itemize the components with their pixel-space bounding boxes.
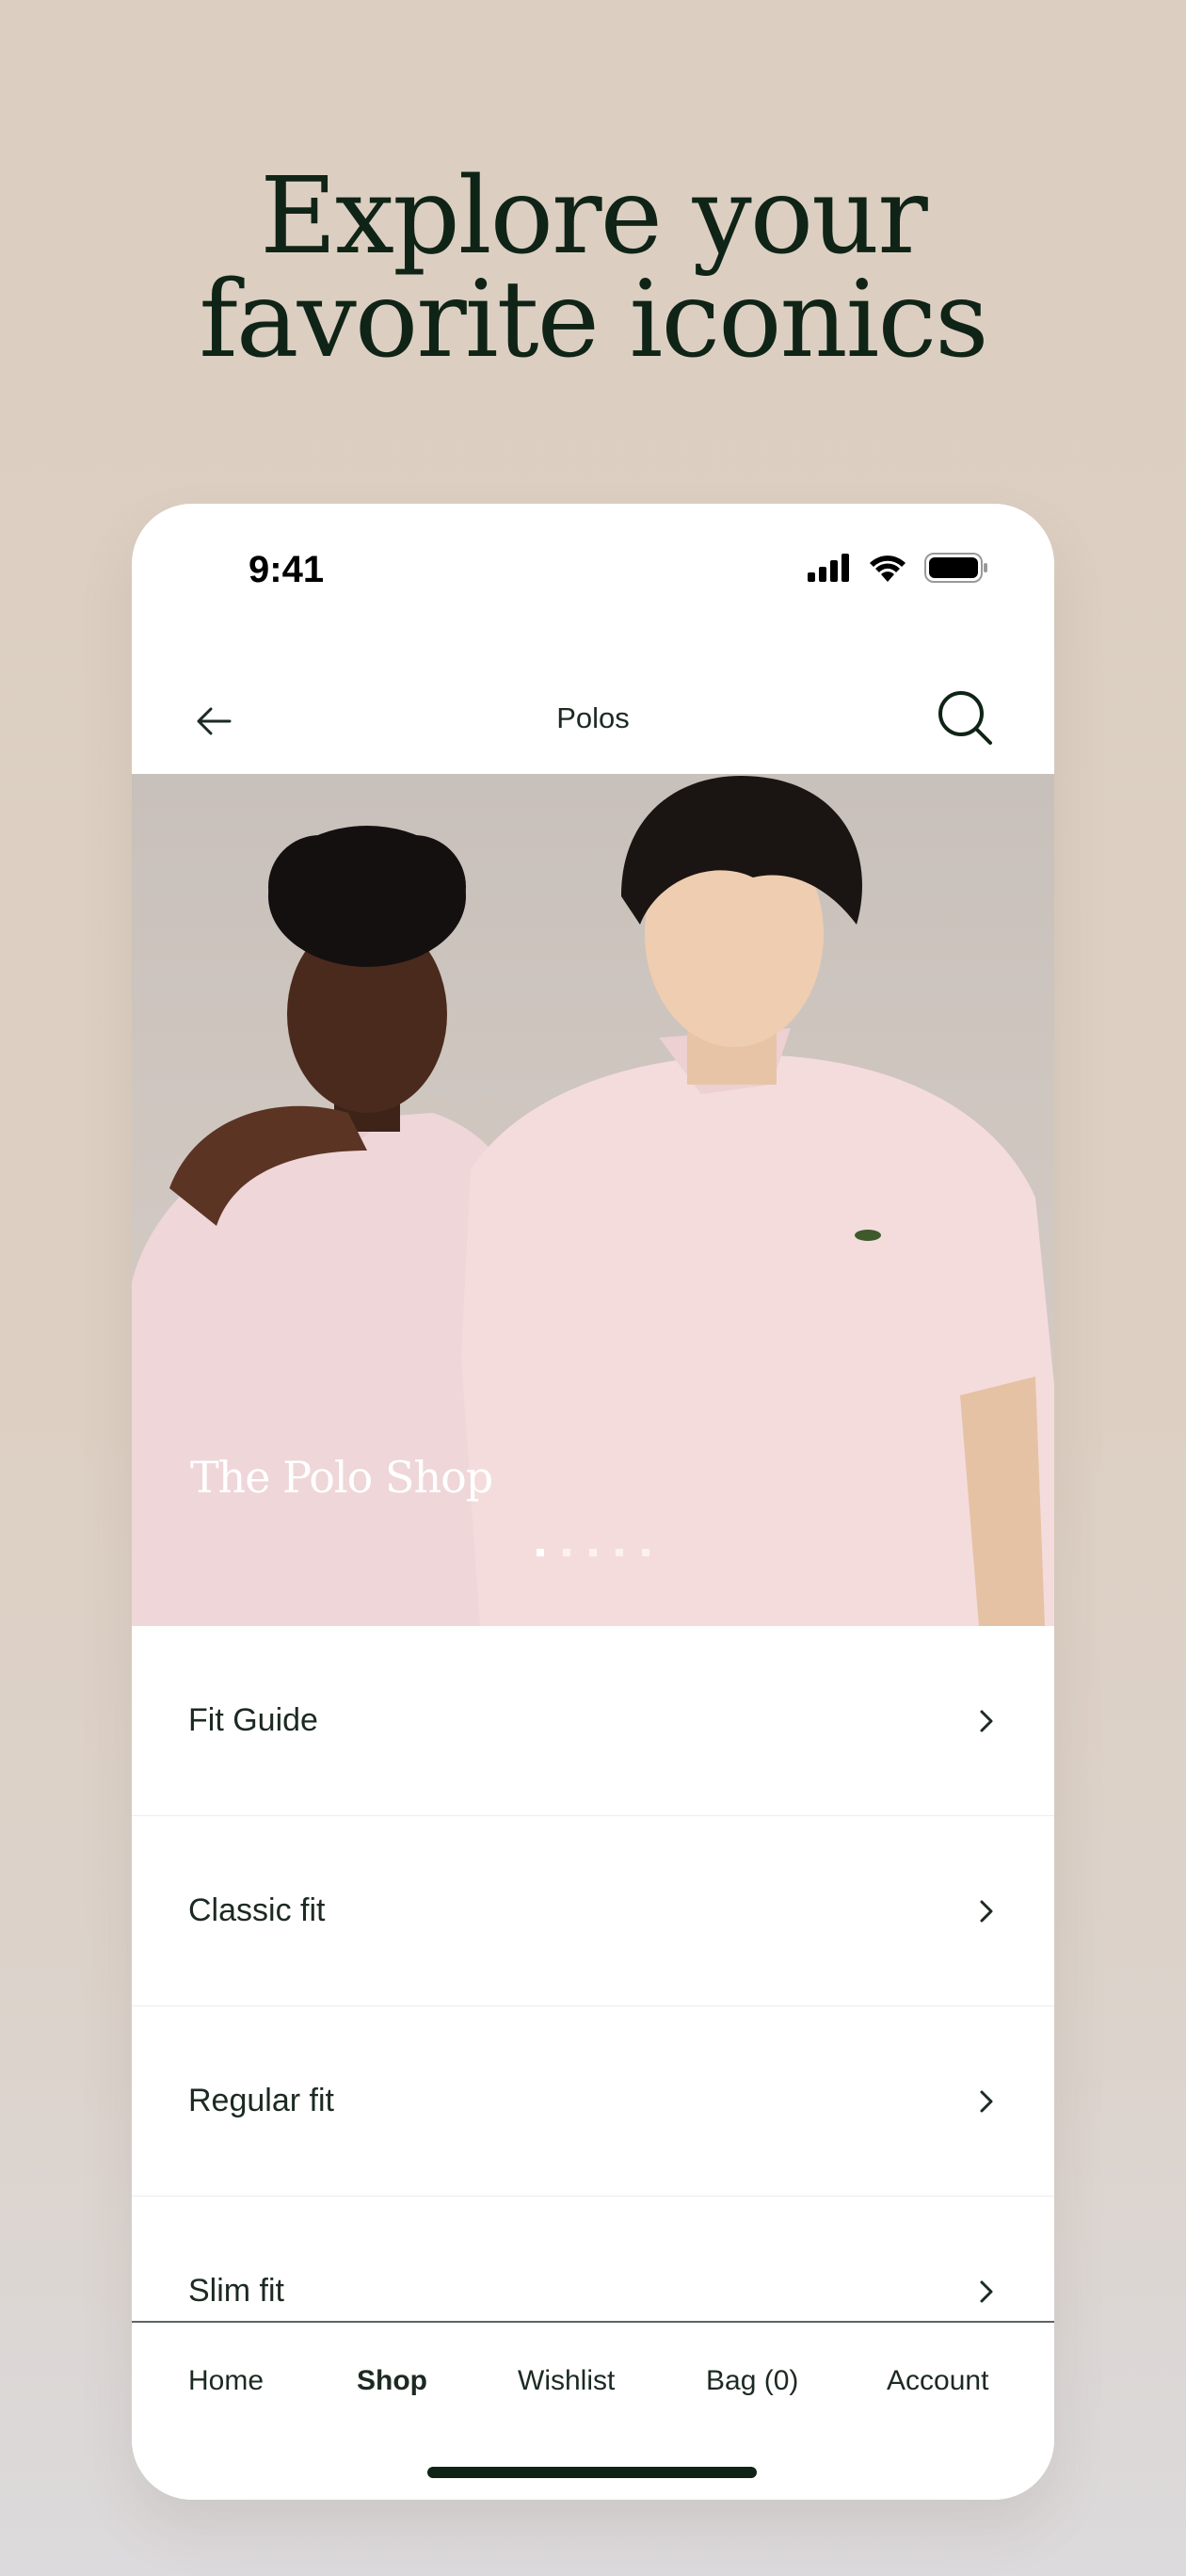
list-item-fit-guide[interactable]: Fit Guide: [132, 1626, 1054, 1816]
status-time: 9:41: [248, 549, 325, 590]
phone-screen: 9:41 Polos The Polo Shop Fit Guide Class…: [132, 504, 1054, 2500]
promo-headline: Explore your favorite iconics: [0, 155, 1186, 381]
top-navbar: Polos: [132, 664, 1054, 777]
carousel-dot[interactable]: [563, 1549, 570, 1556]
battery-icon: [924, 553, 987, 583]
list-item-classic-fit[interactable]: Classic fit: [132, 1816, 1054, 2006]
category-list: Fit Guide Classic fit Regular fit Slim f…: [132, 1626, 1054, 2387]
tab-home[interactable]: Home: [188, 2365, 264, 2397]
tab-shop[interactable]: Shop: [357, 2365, 427, 2397]
signal-icon: [808, 554, 849, 582]
search-icon[interactable]: [936, 688, 996, 749]
headline-line-2: favorite iconics: [199, 259, 988, 381]
headline-line-1: Explore your: [260, 155, 928, 278]
carousel-dot[interactable]: [616, 1549, 623, 1556]
list-item-label: Regular fit: [188, 2083, 334, 2118]
home-indicator: [427, 2467, 757, 2478]
chevron-right-icon: [980, 2280, 993, 2302]
list-item-regular-fit[interactable]: Regular fit: [132, 2006, 1054, 2197]
carousel-dots[interactable]: [537, 1549, 649, 1556]
wifi-icon: [870, 555, 906, 582]
carousel-dot[interactable]: [589, 1549, 597, 1556]
tab-wishlist[interactable]: Wishlist: [518, 2365, 615, 2397]
list-item-label: Classic fit: [188, 1892, 326, 1928]
carousel-dot[interactable]: [642, 1549, 649, 1556]
hero-banner[interactable]: The Polo Shop: [132, 774, 1054, 1626]
tab-account[interactable]: Account: [887, 2365, 988, 2397]
chevron-right-icon: [980, 1900, 993, 1922]
chevron-right-icon: [980, 1710, 993, 1731]
page-title: Polos: [556, 701, 630, 734]
tab-bag[interactable]: Bag (0): [706, 2365, 798, 2397]
crocodile-logo-icon: [855, 1230, 881, 1241]
chevron-right-icon: [980, 2090, 993, 2112]
list-item-label: Fit Guide: [188, 1702, 318, 1738]
list-item-label: Slim fit: [188, 2273, 284, 2309]
hero-title: The Polo Shop: [190, 1452, 493, 1503]
carousel-dot[interactable]: [537, 1549, 544, 1556]
status-icons: [808, 553, 988, 583]
